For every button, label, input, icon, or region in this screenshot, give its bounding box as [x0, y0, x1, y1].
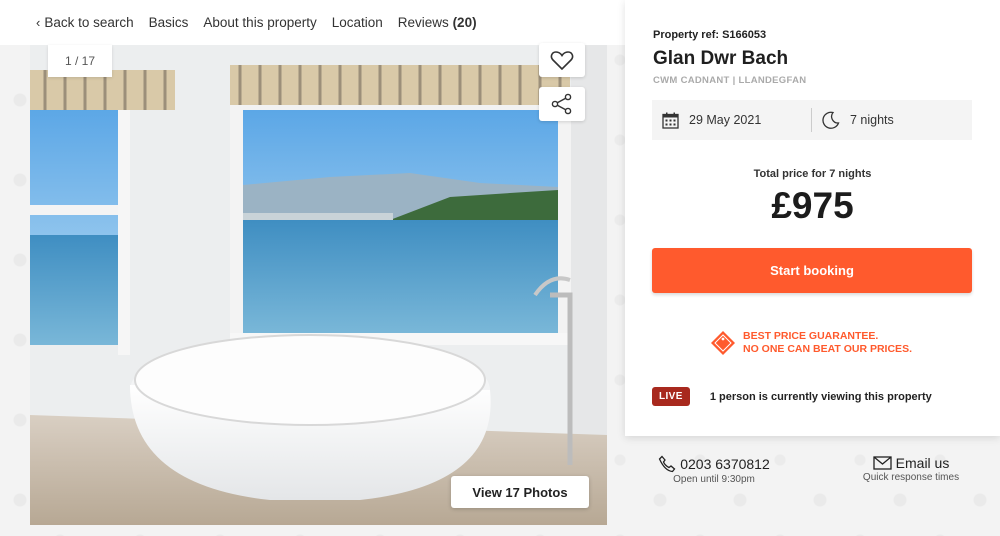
- favorite-button[interactable]: [539, 43, 585, 77]
- share-button[interactable]: [539, 87, 585, 121]
- phone-contact[interactable]: 0203 6370812 Open until 9:30pm: [654, 455, 774, 485]
- live-badge: LIVE: [652, 387, 690, 406]
- live-viewers: LIVE 1 person is currently viewing this …: [652, 387, 932, 406]
- chevron-left-icon: ‹: [36, 15, 41, 30]
- booking-card: Property ref: S166053 Glan Dwr Bach CWM …: [625, 0, 1000, 436]
- heart-icon: [550, 51, 574, 71]
- nav-about[interactable]: About this property: [203, 15, 316, 30]
- nav-basics[interactable]: Basics: [149, 15, 189, 30]
- date-selector[interactable]: 29 May 2021 7 nights: [652, 100, 972, 140]
- property-photo[interactable]: [30, 45, 607, 525]
- email-label: Email us: [895, 455, 950, 471]
- phone-number: 0203 6370812: [680, 456, 770, 472]
- nights-value: 7 nights: [850, 113, 894, 127]
- start-date-value: 29 May 2021: [689, 113, 762, 127]
- nav-location[interactable]: Location: [332, 15, 383, 30]
- phone-icon: [658, 455, 676, 473]
- phone-hours: Open until 9:30pm: [673, 474, 755, 485]
- envelope-icon: [873, 456, 892, 470]
- price-guarantee: BEST PRICE GUARANTEE. NO ONE CAN BEAT OU…: [710, 330, 912, 356]
- back-to-search-link[interactable]: ‹ Back to search: [36, 15, 134, 30]
- back-to-search-label: Back to search: [44, 15, 134, 30]
- total-price-label: Total price for 7 nights: [753, 168, 872, 180]
- calendar-icon: [662, 112, 679, 129]
- email-contact[interactable]: Email us Quick response times: [852, 455, 970, 483]
- start-date[interactable]: 29 May 2021: [652, 108, 812, 132]
- property-title: Glan Dwr Bach: [653, 48, 789, 69]
- guarantee-line-2: NO ONE CAN BEAT OUR PRICES.: [743, 343, 912, 355]
- nav-reviews[interactable]: Reviews (20): [398, 15, 477, 30]
- reviews-label: Reviews: [397, 15, 449, 30]
- total-price: £975: [771, 185, 854, 226]
- property-ref: Property ref: S166053: [653, 29, 767, 41]
- bathroom-photo-illustration: [30, 45, 607, 525]
- moon-icon: [822, 111, 840, 129]
- email-subtext: Quick response times: [862, 472, 960, 483]
- property-location: CWM CADNANT | LLANDEGFAN: [653, 75, 807, 86]
- property-nav: ‹ Back to search Basics About this prope…: [0, 0, 625, 45]
- share-icon: [551, 93, 572, 115]
- photo-counter: 1 / 17: [48, 45, 112, 77]
- guarantee-line-1: BEST PRICE GUARANTEE.: [743, 330, 879, 342]
- live-viewers-text: 1 person is currently viewing this prope…: [709, 390, 932, 403]
- start-booking-button[interactable]: Start booking: [652, 248, 972, 293]
- price-tag-icon: [711, 331, 735, 355]
- view-photos-button[interactable]: View 17 Photos: [451, 476, 589, 508]
- reviews-count: (20): [452, 15, 477, 30]
- nights-selector[interactable]: 7 nights: [812, 100, 894, 140]
